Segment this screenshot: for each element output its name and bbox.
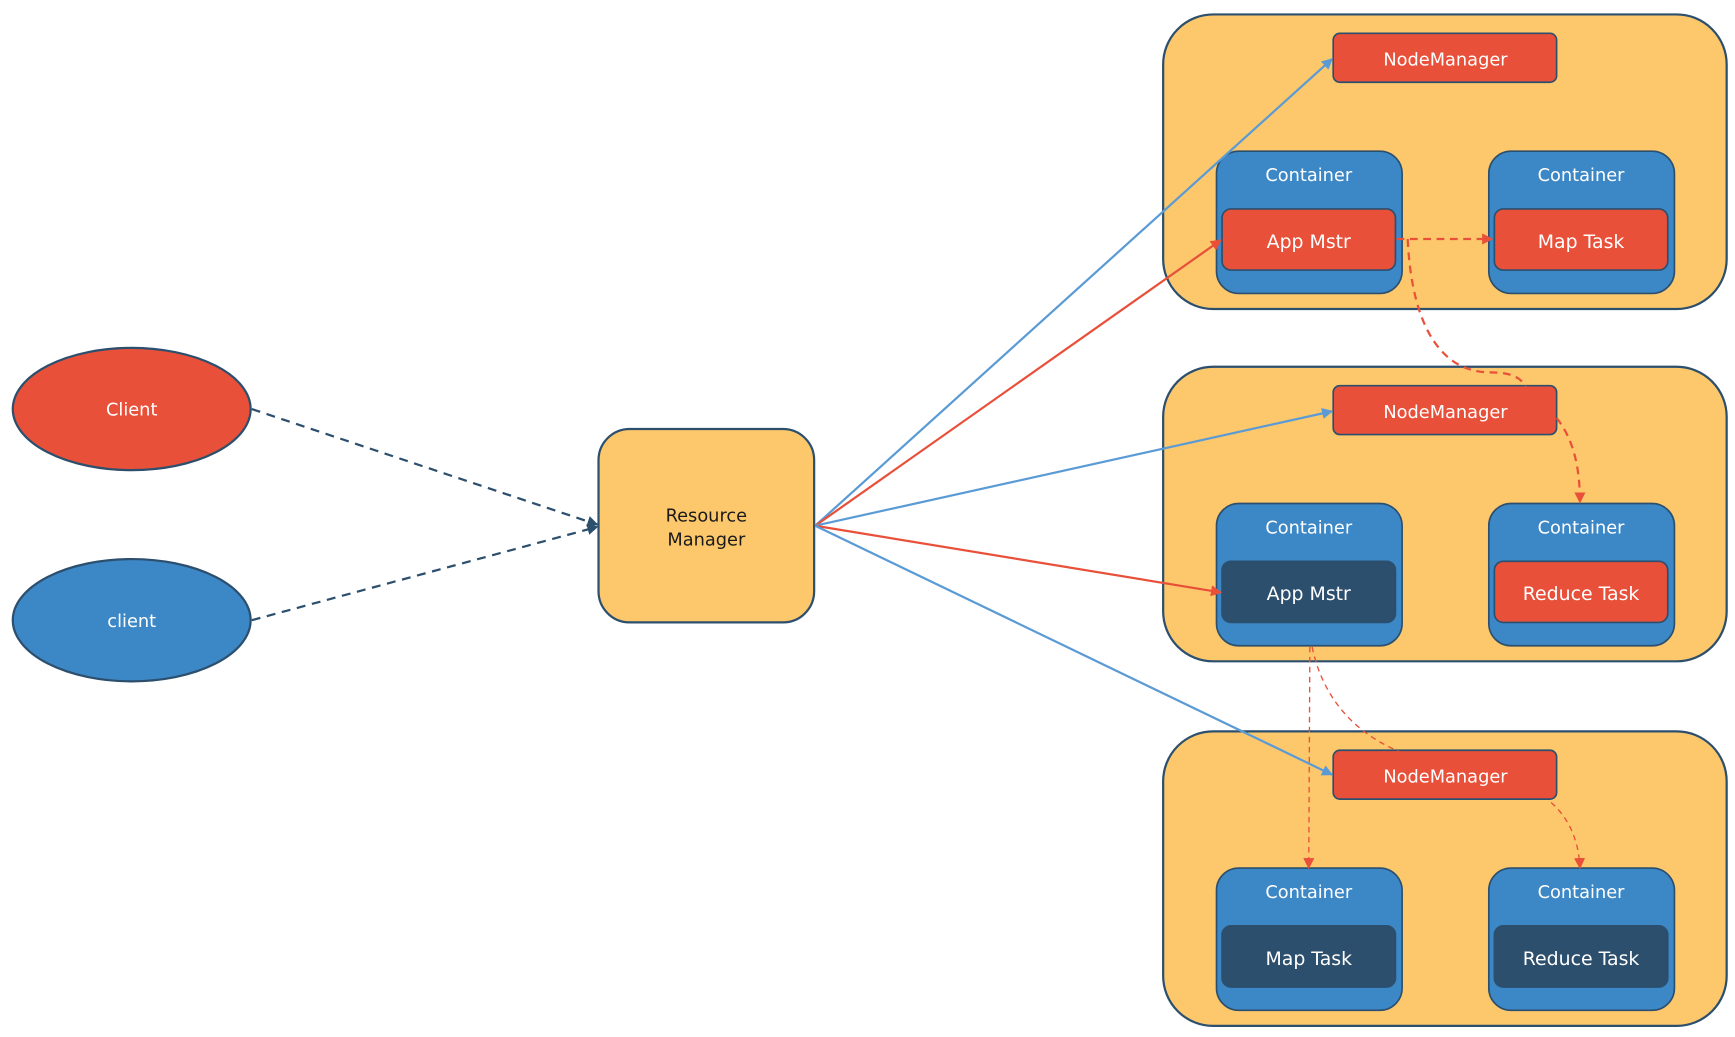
rm-to-appmaster-arrow [814, 239, 1222, 527]
container-title: Container [1265, 165, 1353, 186]
node-manager: NodeManager [1332, 384, 1558, 436]
container: Container App Mstr [1215, 502, 1403, 647]
container: Container App Mstr [1215, 150, 1403, 295]
node-3: NodeManager Container Map Task Container Red… [1162, 730, 1728, 1027]
container-title: Container [1538, 518, 1626, 539]
client-to-rm-arrow [251, 524, 599, 622]
client-node-blue: client [11, 557, 252, 683]
node-2: NodeManager Container App Mstr Container Red… [1162, 365, 1728, 663]
node-manager-label: NodeManager [1383, 402, 1508, 423]
yarn-architecture-diagram: Client client Resource Manager NodeManag… [11, 13, 1728, 1027]
container-title: Container [1538, 165, 1626, 186]
task-label: App Mstr [1267, 231, 1351, 253]
container-title: Container [1265, 882, 1353, 903]
resource-manager-label: Resource [666, 505, 747, 526]
resource-manager-label: Manager [667, 530, 746, 551]
node-manager-label: NodeManager [1383, 50, 1508, 71]
task-label: App Mstr [1267, 583, 1351, 605]
node-1: NodeManager Container App Mstr Container Map… [1162, 13, 1728, 311]
resource-manager: Resource Manager [597, 427, 816, 624]
task-label: Map Task [1265, 948, 1352, 970]
rm-to-appmaster-arrow [815, 524, 1223, 597]
container-title: Container [1265, 518, 1353, 539]
client-label: Client [106, 400, 157, 421]
node-manager-label: NodeManager [1383, 766, 1508, 787]
container: Container Reduce Task [1487, 502, 1676, 647]
client-node-red: Client [11, 346, 252, 472]
task-label: Map Task [1538, 231, 1625, 253]
container-title: Container [1538, 882, 1626, 903]
node-manager: NodeManager [1332, 749, 1558, 800]
container: Container Reduce Task [1487, 867, 1676, 1012]
client-to-rm-arrow [251, 407, 599, 527]
container: Container Map Task [1215, 867, 1403, 1012]
task-label: Reduce Task [1523, 948, 1640, 970]
client-label: client [107, 611, 156, 632]
node-manager: NodeManager [1332, 32, 1558, 84]
task-label: Reduce Task [1523, 583, 1640, 605]
container: Container Map Task [1487, 150, 1676, 295]
